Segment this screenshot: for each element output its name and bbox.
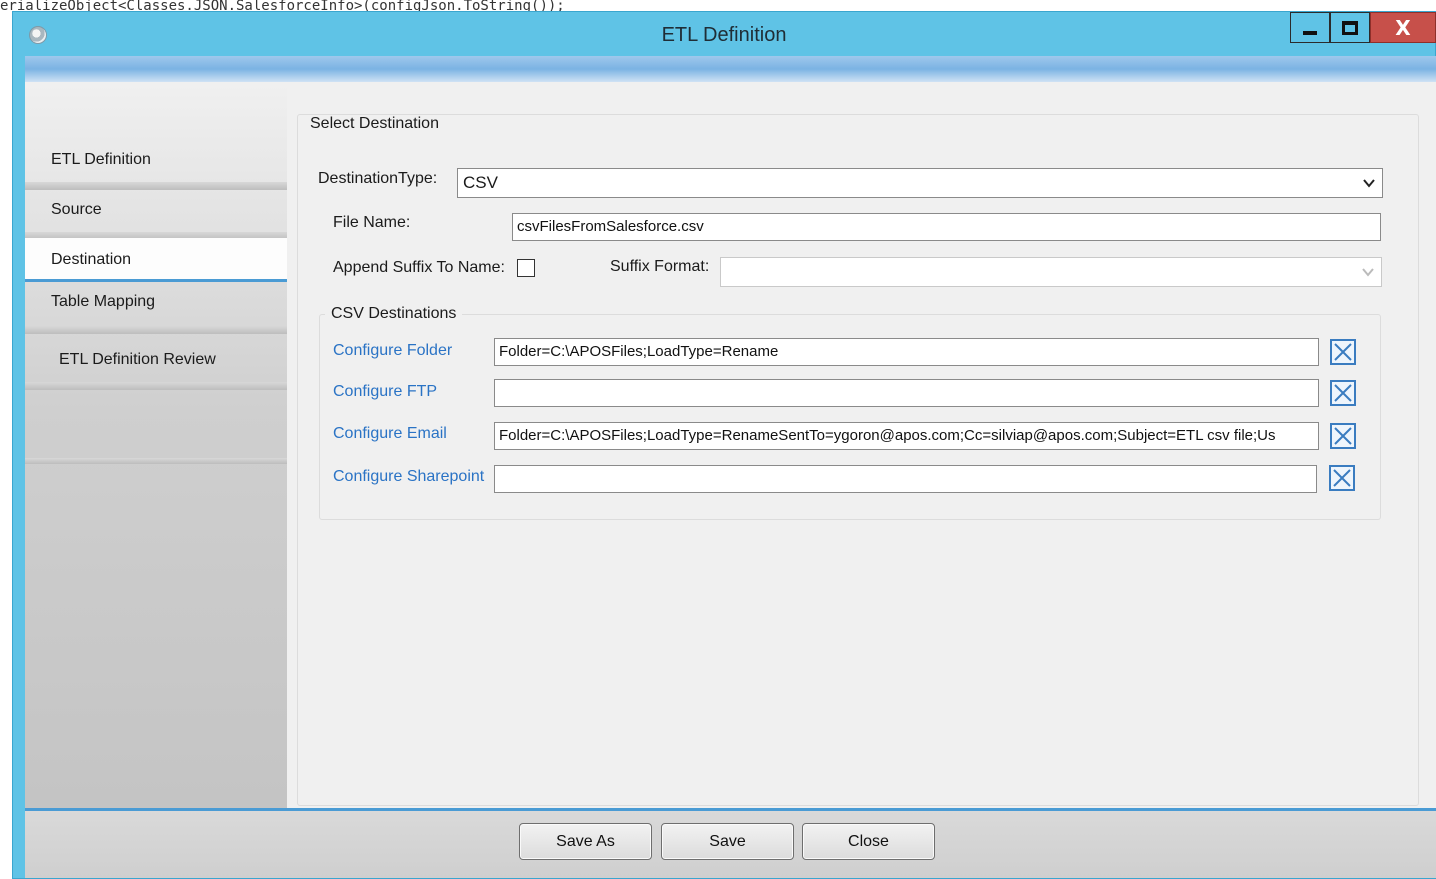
sidebar-separator [25,326,287,334]
suffix-format-select[interactable] [720,257,1382,287]
clear-x-icon [1334,427,1352,445]
ftp-config-input[interactable] [494,379,1319,407]
sidebar: ETL Definition Source Destination Table … [25,82,287,808]
sidebar-item-source[interactable]: Source [25,188,287,232]
folder-config-input[interactable]: Folder=C:\APOSFiles;LoadType=Rename [494,338,1319,366]
csv-destinations-title: CSV Destinations [325,305,463,323]
sidebar-separator [25,458,287,464]
configure-sharepoint-link[interactable]: Configure Sharepoint [333,468,484,486]
configure-folder-link[interactable]: Configure Folder [333,342,452,360]
destination-panel: Select Destination DestinationType: CSV … [287,82,1436,808]
select-destination-title: Select Destination [304,115,445,133]
suffix-format-label: Suffix Format: [610,258,710,275]
clear-folder-button[interactable] [1330,339,1356,365]
clear-x-icon [1333,469,1351,487]
close-button[interactable]: Close [802,823,935,860]
destination-type-value: CSV [463,173,498,192]
append-suffix-checkbox[interactable] [517,259,535,277]
minimize-icon [1303,30,1317,35]
clear-ftp-button[interactable] [1330,380,1356,406]
chevron-down-icon [1363,179,1375,188]
clear-x-icon [1334,384,1352,402]
clear-x-icon [1334,343,1352,361]
clear-email-button[interactable] [1330,423,1356,449]
append-suffix-label: Append Suffix To Name: [333,259,505,276]
title-bar[interactable]: ETL Definition X [13,12,1436,58]
destination-type-select[interactable]: CSV [457,168,1383,198]
sidebar-separator [25,382,287,390]
minimize-button[interactable] [1290,12,1330,43]
window-close-button[interactable]: X [1370,12,1436,43]
maximize-icon [1342,20,1358,35]
configure-email-link[interactable]: Configure Email [333,425,447,443]
window-title: ETL Definition [661,24,787,46]
file-name-label: File Name: [333,214,411,231]
configure-ftp-link[interactable]: Configure FTP [333,383,437,401]
save-button[interactable]: Save [661,823,794,860]
sidebar-item-etl-definition[interactable]: ETL Definition [25,138,287,182]
etl-definition-window: ETL Definition X ETL Definition Source D… [12,11,1436,879]
sidebar-item-etl-definition-review[interactable]: ETL Definition Review [25,338,287,382]
clear-sharepoint-button[interactable] [1329,465,1355,491]
email-config-input[interactable]: Folder=C:\APOSFiles;LoadType=RenameSentT… [494,422,1319,450]
sidebar-item-destination[interactable]: Destination [25,238,287,282]
sidebar-item-table-mapping[interactable]: Table Mapping [25,280,287,324]
client-area: ETL Definition Source Destination Table … [25,82,1436,808]
footer-bar: Save As Save Close [25,808,1436,878]
destination-type-label: DestinationType: [318,170,438,187]
header-band [25,56,1436,82]
save-as-button[interactable]: Save As [519,823,652,860]
sharepoint-config-input[interactable] [494,465,1317,493]
file-name-input[interactable]: csvFilesFromSalesforce.csv [512,213,1381,241]
close-icon: X [1395,15,1411,40]
chevron-down-icon [1362,268,1374,277]
maximize-button[interactable] [1330,12,1370,43]
